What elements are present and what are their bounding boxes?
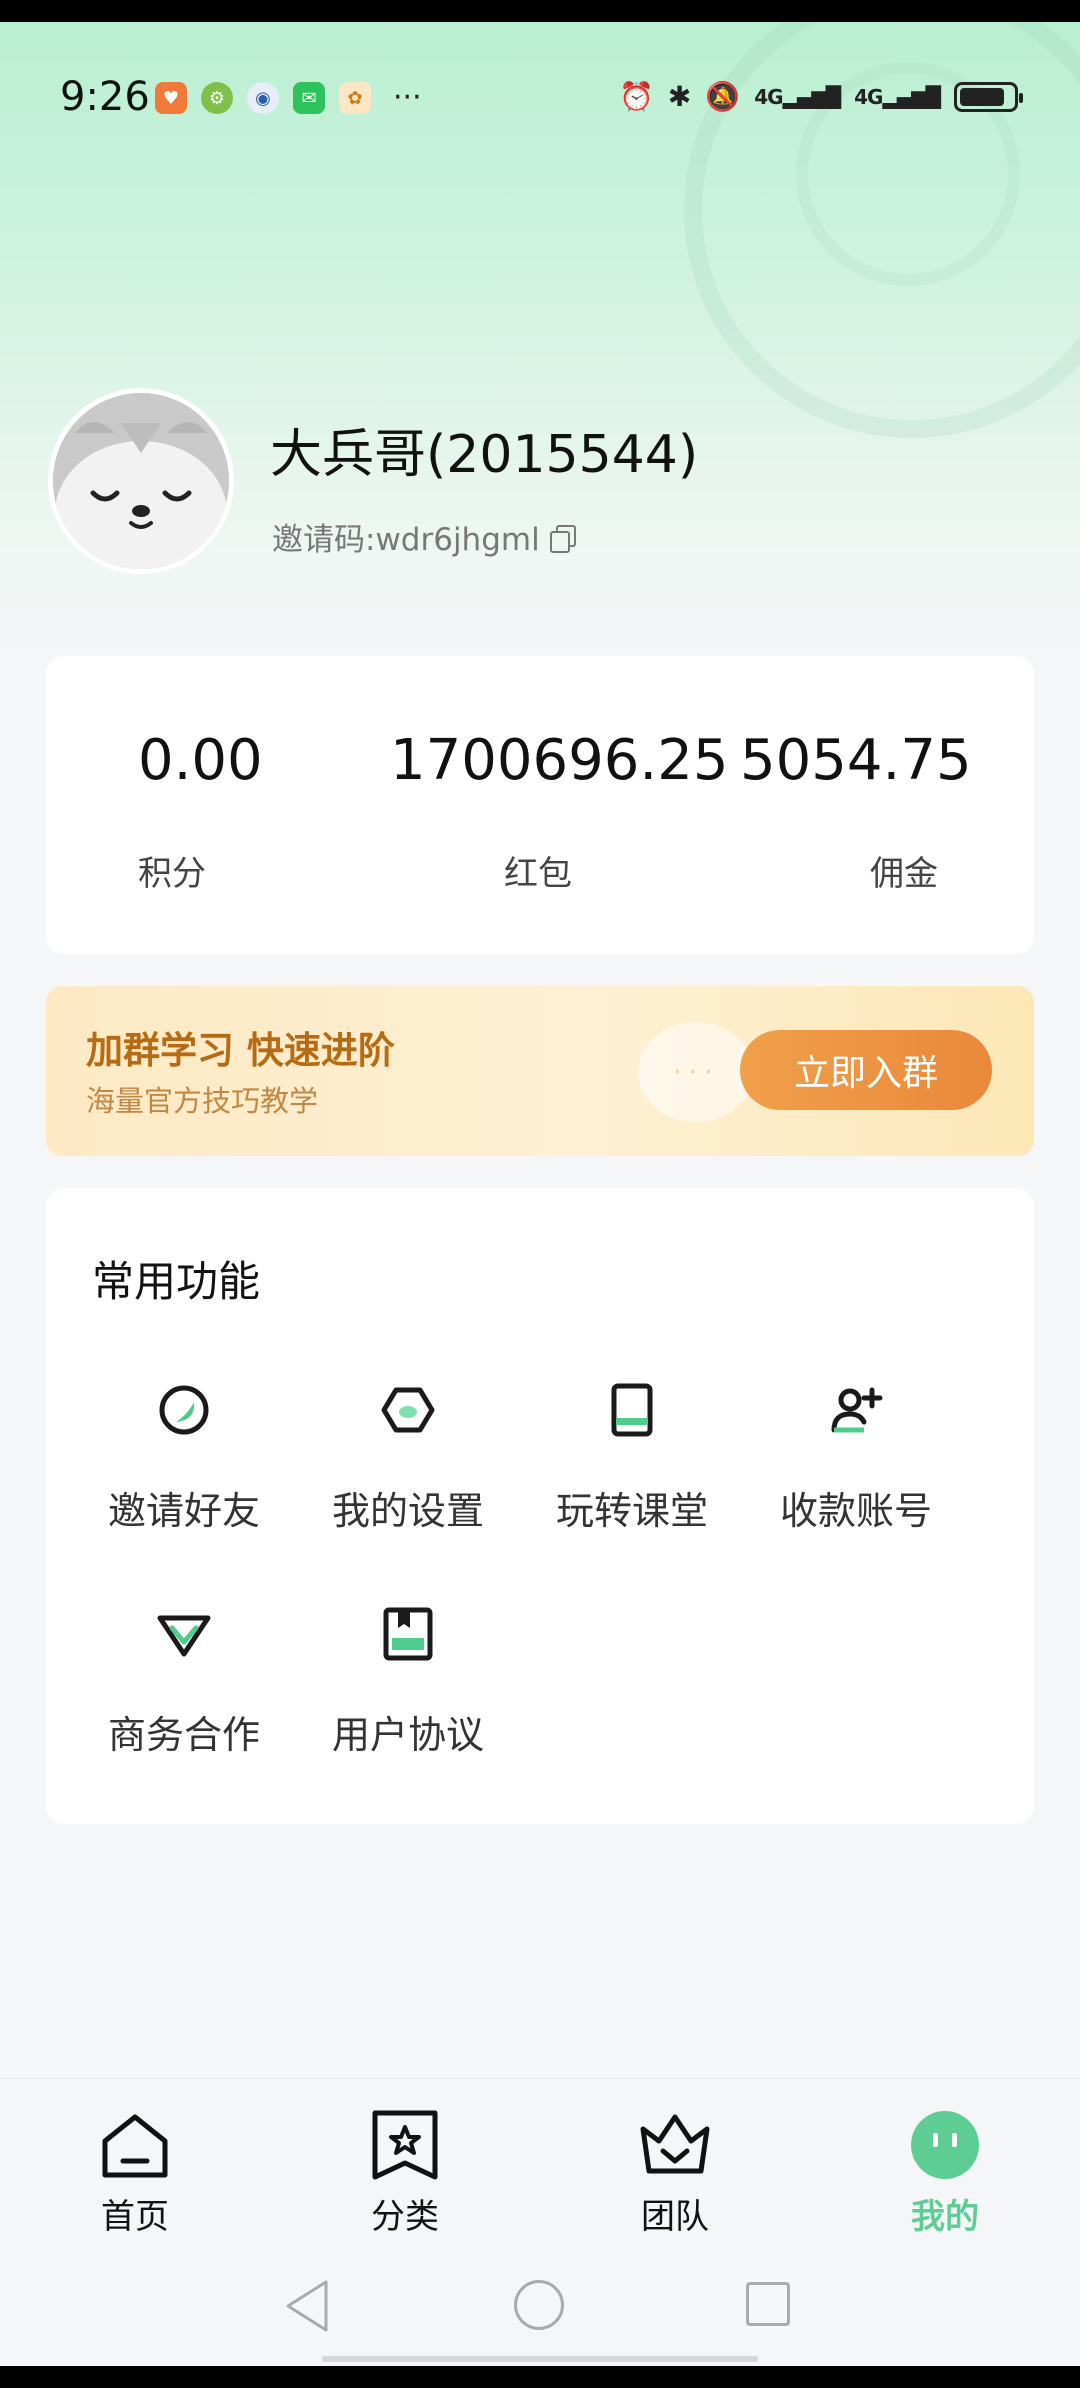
system-status-icons: ⏰ ✱ 🔕 4G▂▄▆█ 4G▂▄▆█ [619, 80, 1023, 113]
settings-hexagon-icon [381, 1387, 435, 1433]
invite-code-row: 邀请码:wdr6jhgml [272, 514, 576, 559]
copy-icon[interactable] [549, 524, 576, 553]
user-agreement-item[interactable]: 用户协议 [296, 1604, 520, 1774]
item-label: 商务合作 [107, 1713, 260, 1757]
chat-bubble-icon: ··· [638, 1022, 754, 1122]
my-settings-item[interactable]: 我的设置 [296, 1380, 520, 1550]
battery-icon [954, 81, 1023, 112]
invite-code: 邀请码:wdr6jhgml [272, 522, 540, 558]
status-time: 9:26 [60, 74, 150, 120]
bluetooth-icon: ✱ [667, 80, 692, 113]
diamond-icon [157, 1615, 211, 1657]
health-app-icon: ♥ [155, 82, 187, 114]
document-icon [383, 1607, 433, 1661]
signal-icon: 4G▂▄▆█ [854, 84, 941, 109]
nav-label: 我的 [911, 2197, 979, 2237]
bottom-black-edge [0, 2366, 1080, 2388]
classroom-item[interactable]: 玩转课堂 [520, 1380, 744, 1550]
banner-title: 加群学习 快速进阶 [86, 1029, 395, 1072]
nav-label: 首页 [101, 2197, 169, 2237]
commission-value[interactable]: 5054.75 [740, 728, 972, 793]
gesture-bar[interactable] [322, 2356, 758, 2362]
nav-mine[interactable]: 我的 [810, 2079, 1080, 2257]
item-label: 收款账号 [779, 1489, 932, 1533]
book-icon [611, 1383, 653, 1437]
item-label: 邀请好友 [107, 1489, 260, 1533]
store-app-icon: ✿ [339, 82, 371, 114]
points-label: 积分 [138, 854, 206, 894]
back-icon[interactable] [282, 2278, 332, 2334]
stats-card: 0.00 积分 1700696.25 红包 5054.75 佣金 [46, 656, 1034, 954]
section-title: 常用功能 [92, 1257, 261, 1306]
join-group-banner[interactable]: 加群学习 快速进阶 海量官方技巧教学 ··· 立即入群 [46, 986, 1034, 1156]
alarm-icon: ⏰ [619, 80, 654, 113]
nav-home[interactable]: 首页 [0, 2079, 270, 2257]
bottom-navigation: 首页 分类 团队 我的 [0, 2078, 1080, 2257]
item-label: 玩转课堂 [555, 1489, 708, 1533]
system-navigation [0, 2256, 1080, 2366]
add-user-icon [831, 1387, 883, 1433]
more-notifications: ··· [393, 80, 422, 115]
commission-label: 佣金 [870, 854, 938, 894]
crown-icon [640, 2114, 710, 2174]
nav-label: 分类 [371, 2197, 439, 2237]
recent-apps-icon[interactable] [746, 2282, 790, 2326]
status-bar: 9:26 ♥ ⚙ ◉ ✉ ✿ ··· ⏰ ✱ 🔕 4G▂▄▆█ 4G▂▄▆█ [0, 22, 1080, 132]
profile-face-icon [911, 2111, 979, 2179]
home-circle-icon[interactable] [514, 2280, 564, 2330]
invite-friends-item[interactable]: 邀请好友 [72, 1380, 296, 1550]
points-value[interactable]: 0.00 [138, 728, 263, 793]
top-black-edge [0, 0, 1080, 22]
bookmark-star-icon [372, 2110, 438, 2180]
red-packet-label: 红包 [504, 854, 572, 894]
item-label: 用户协议 [331, 1713, 484, 1757]
notification-icons: ♥ ⚙ ◉ ✉ ✿ ··· [155, 82, 422, 114]
item-label: 我的设置 [331, 1489, 484, 1533]
user-nickname: 大兵哥(2015544) [270, 425, 699, 485]
payment-account-item[interactable]: 收款账号 [744, 1380, 968, 1550]
mute-icon: 🔕 [705, 80, 741, 113]
nav-category[interactable]: 分类 [270, 2079, 540, 2257]
avatar[interactable] [48, 388, 234, 574]
browser-app-icon: ◉ [247, 82, 279, 114]
invite-icon [159, 1385, 209, 1435]
banner-subtitle: 海量官方技巧教学 [86, 1084, 319, 1118]
red-packet-value[interactable]: 1700696.25 [390, 728, 728, 793]
settings-app-icon: ⚙ [201, 82, 233, 114]
home-icon [102, 2114, 168, 2178]
join-group-button[interactable]: 立即入群 [740, 1030, 992, 1110]
business-cooperation-item[interactable]: 商务合作 [72, 1604, 296, 1774]
common-functions-card: 常用功能 邀请好友 我的设置 玩转课堂 收款账号 商务合作 用户协议 [46, 1188, 1034, 1824]
wechat-icon: ✉ [293, 82, 325, 114]
nav-team[interactable]: 团队 [540, 2079, 810, 2257]
nav-label: 团队 [641, 2197, 709, 2237]
signal-icon: 4G▂▄▆█ [754, 84, 841, 109]
